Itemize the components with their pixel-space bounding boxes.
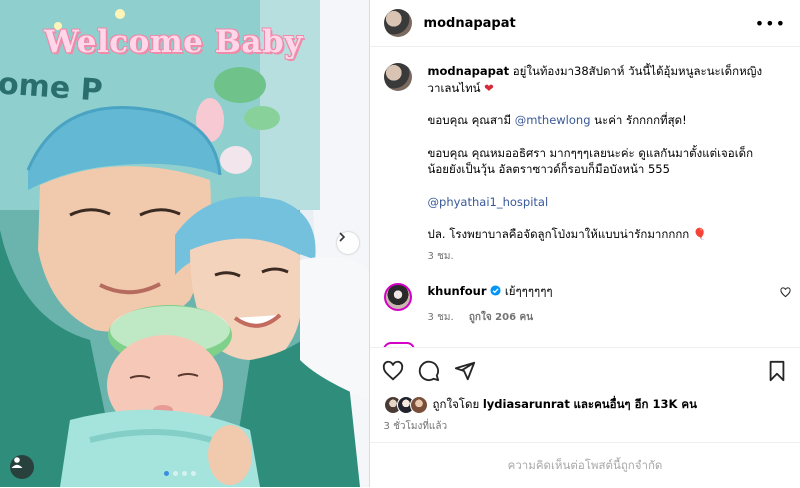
red-heart-emoji: ❤ — [484, 80, 494, 95]
author-avatar[interactable] — [383, 9, 412, 37]
carousel-dot — [191, 471, 196, 476]
comments-section: modnapapat อยู่ในท้องมา38สัปดาห์ วันนี้ไ… — [370, 47, 800, 347]
carousel-dot — [173, 471, 178, 476]
comments-limited-notice: ความคิดเห็นต่อโพสต์นี้ถูกจำกัด — [369, 442, 800, 488]
comment-like-heart-icon[interactable] — [779, 287, 791, 298]
photo-banner-text: Welcome Baby — [44, 24, 303, 60]
user-tag-icon — [11, 457, 23, 468]
caption-body: modnapapat อยู่ในท้องมา38สัปดาห์ วันนี้ไ… — [428, 63, 768, 265]
comment-icon[interactable] — [418, 360, 440, 382]
likes-summary: ถูกใจโดย lydiasarunrat และคนอื่นๆ อีก 13… — [370, 382, 800, 414]
post-header: modnapapat ••• — [369, 0, 800, 47]
tagged-people-button[interactable] — [10, 455, 34, 479]
caption-thanks1-prefix: ขอบคุณ คุณสามี — [427, 113, 512, 127]
caption-thanks1-suffix: นะค่า รักกกกที่สุด! — [594, 113, 687, 127]
carousel-next-button[interactable] — [337, 232, 359, 254]
action-icons — [370, 348, 800, 382]
bookmark-icon[interactable] — [767, 360, 787, 382]
photo-background-text: ome P — [0, 66, 104, 109]
mention-link[interactable]: @mthewlong — [515, 113, 591, 127]
likes-others[interactable]: และคนอื่นๆ อีก 13K คน — [573, 397, 697, 411]
likes-prefix: ถูกใจโดย — [432, 397, 480, 411]
likes-text: ถูกใจโดย lydiasarunrat และคนอื่นๆ อีก 13… — [433, 396, 697, 414]
liker-avatar — [409, 396, 428, 414]
post-timestamp[interactable]: 3 ชั่วโมงที่แล้ว — [370, 414, 800, 434]
carousel-dot — [164, 471, 169, 476]
carousel-dots — [164, 471, 196, 476]
comment-body: khunfour เย้ๆๆๆๆๆๆ 3 ชม. ถูกใจ 206 คน — [428, 283, 758, 325]
comment-time[interactable]: 3 ชม. — [428, 312, 454, 323]
caption-ps: ปล. โรงพยาบาลคือจัดลูกโป่งมาให้แบบน่ารัก… — [427, 227, 690, 241]
caption-username[interactable]: modnapapat — [428, 64, 510, 78]
balloon-emoji: 🎈 — [692, 227, 708, 241]
comment-text: เย้ๆๆๆๆๆๆ — [504, 284, 553, 298]
comment-meta: 3 ชม. ถูกใจ 206 คน — [428, 310, 758, 325]
caption: modnapapat อยู่ในท้องมา38สัปดาห์ วันนี้ไ… — [370, 47, 800, 265]
caption-avatar[interactable] — [383, 63, 412, 91]
author-username[interactable]: modnapapat — [424, 16, 516, 31]
post-side-panel: modnapapat ••• modnapapat อยู่ในท้องมา38… — [368, 0, 800, 488]
caption-time[interactable]: 3 ชม. — [428, 249, 768, 266]
post-photo[interactable]: Welcome Baby ome P — [0, 0, 369, 487]
comment-item: khunfour เย้ๆๆๆๆๆๆ 3 ชม. ถูกใจ 206 คน — [370, 265, 800, 325]
heart-icon[interactable] — [382, 360, 404, 382]
commenter-avatar[interactable] — [383, 283, 412, 311]
post-actions: ถูกใจโดย lydiasarunrat และคนอื่นๆ อีก 13… — [369, 347, 800, 434]
caption-thanks2: ขอบคุณ คุณหมออธิศรา มากๆๆๆเลยนะค่ะ ดูแลก… — [427, 145, 754, 177]
carousel-dot — [182, 471, 187, 476]
more-options-icon[interactable]: ••• — [755, 14, 786, 33]
post-dialog: Welcome Baby ome P modnapapat ••• modnap… — [0, 0, 800, 487]
send-icon[interactable] — [454, 360, 476, 382]
verified-badge-icon — [490, 285, 501, 296]
commenter-username[interactable]: khunfour — [428, 284, 487, 298]
chevron-right-icon — [339, 232, 346, 242]
liked-by-username[interactable]: lydiasarunrat — [483, 397, 570, 411]
comment-likes[interactable]: ถูกใจ 206 คน — [469, 312, 533, 323]
hospital-mention-link[interactable]: @phyathai1_hospital — [428, 194, 768, 211]
